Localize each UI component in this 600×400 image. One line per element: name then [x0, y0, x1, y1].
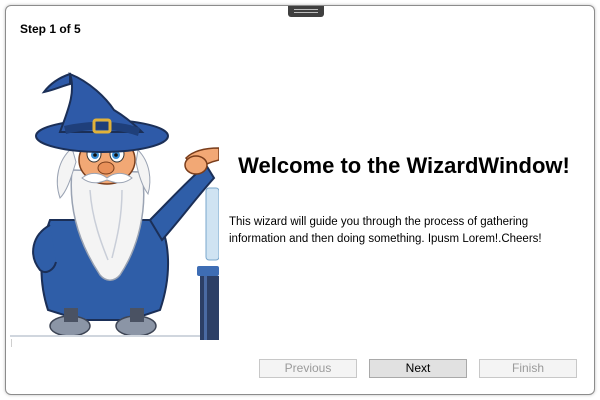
- grip-line: [294, 9, 318, 10]
- page-title: Welcome to the WizardWindow!: [238, 153, 570, 178]
- drag-handle[interactable]: [288, 6, 324, 17]
- next-button[interactable]: Next: [369, 359, 467, 378]
- divider: [11, 339, 20, 347]
- step-indicator: Step 1 of 5: [20, 22, 81, 36]
- page-description: This wizard will guide you through the p…: [229, 216, 542, 245]
- finish-button[interactable]: Finish: [479, 359, 577, 378]
- wizard-character-icon: [10, 72, 219, 340]
- previous-button[interactable]: Previous: [259, 359, 357, 378]
- wizard-illustration: [10, 70, 219, 340]
- grip-line: [294, 12, 318, 13]
